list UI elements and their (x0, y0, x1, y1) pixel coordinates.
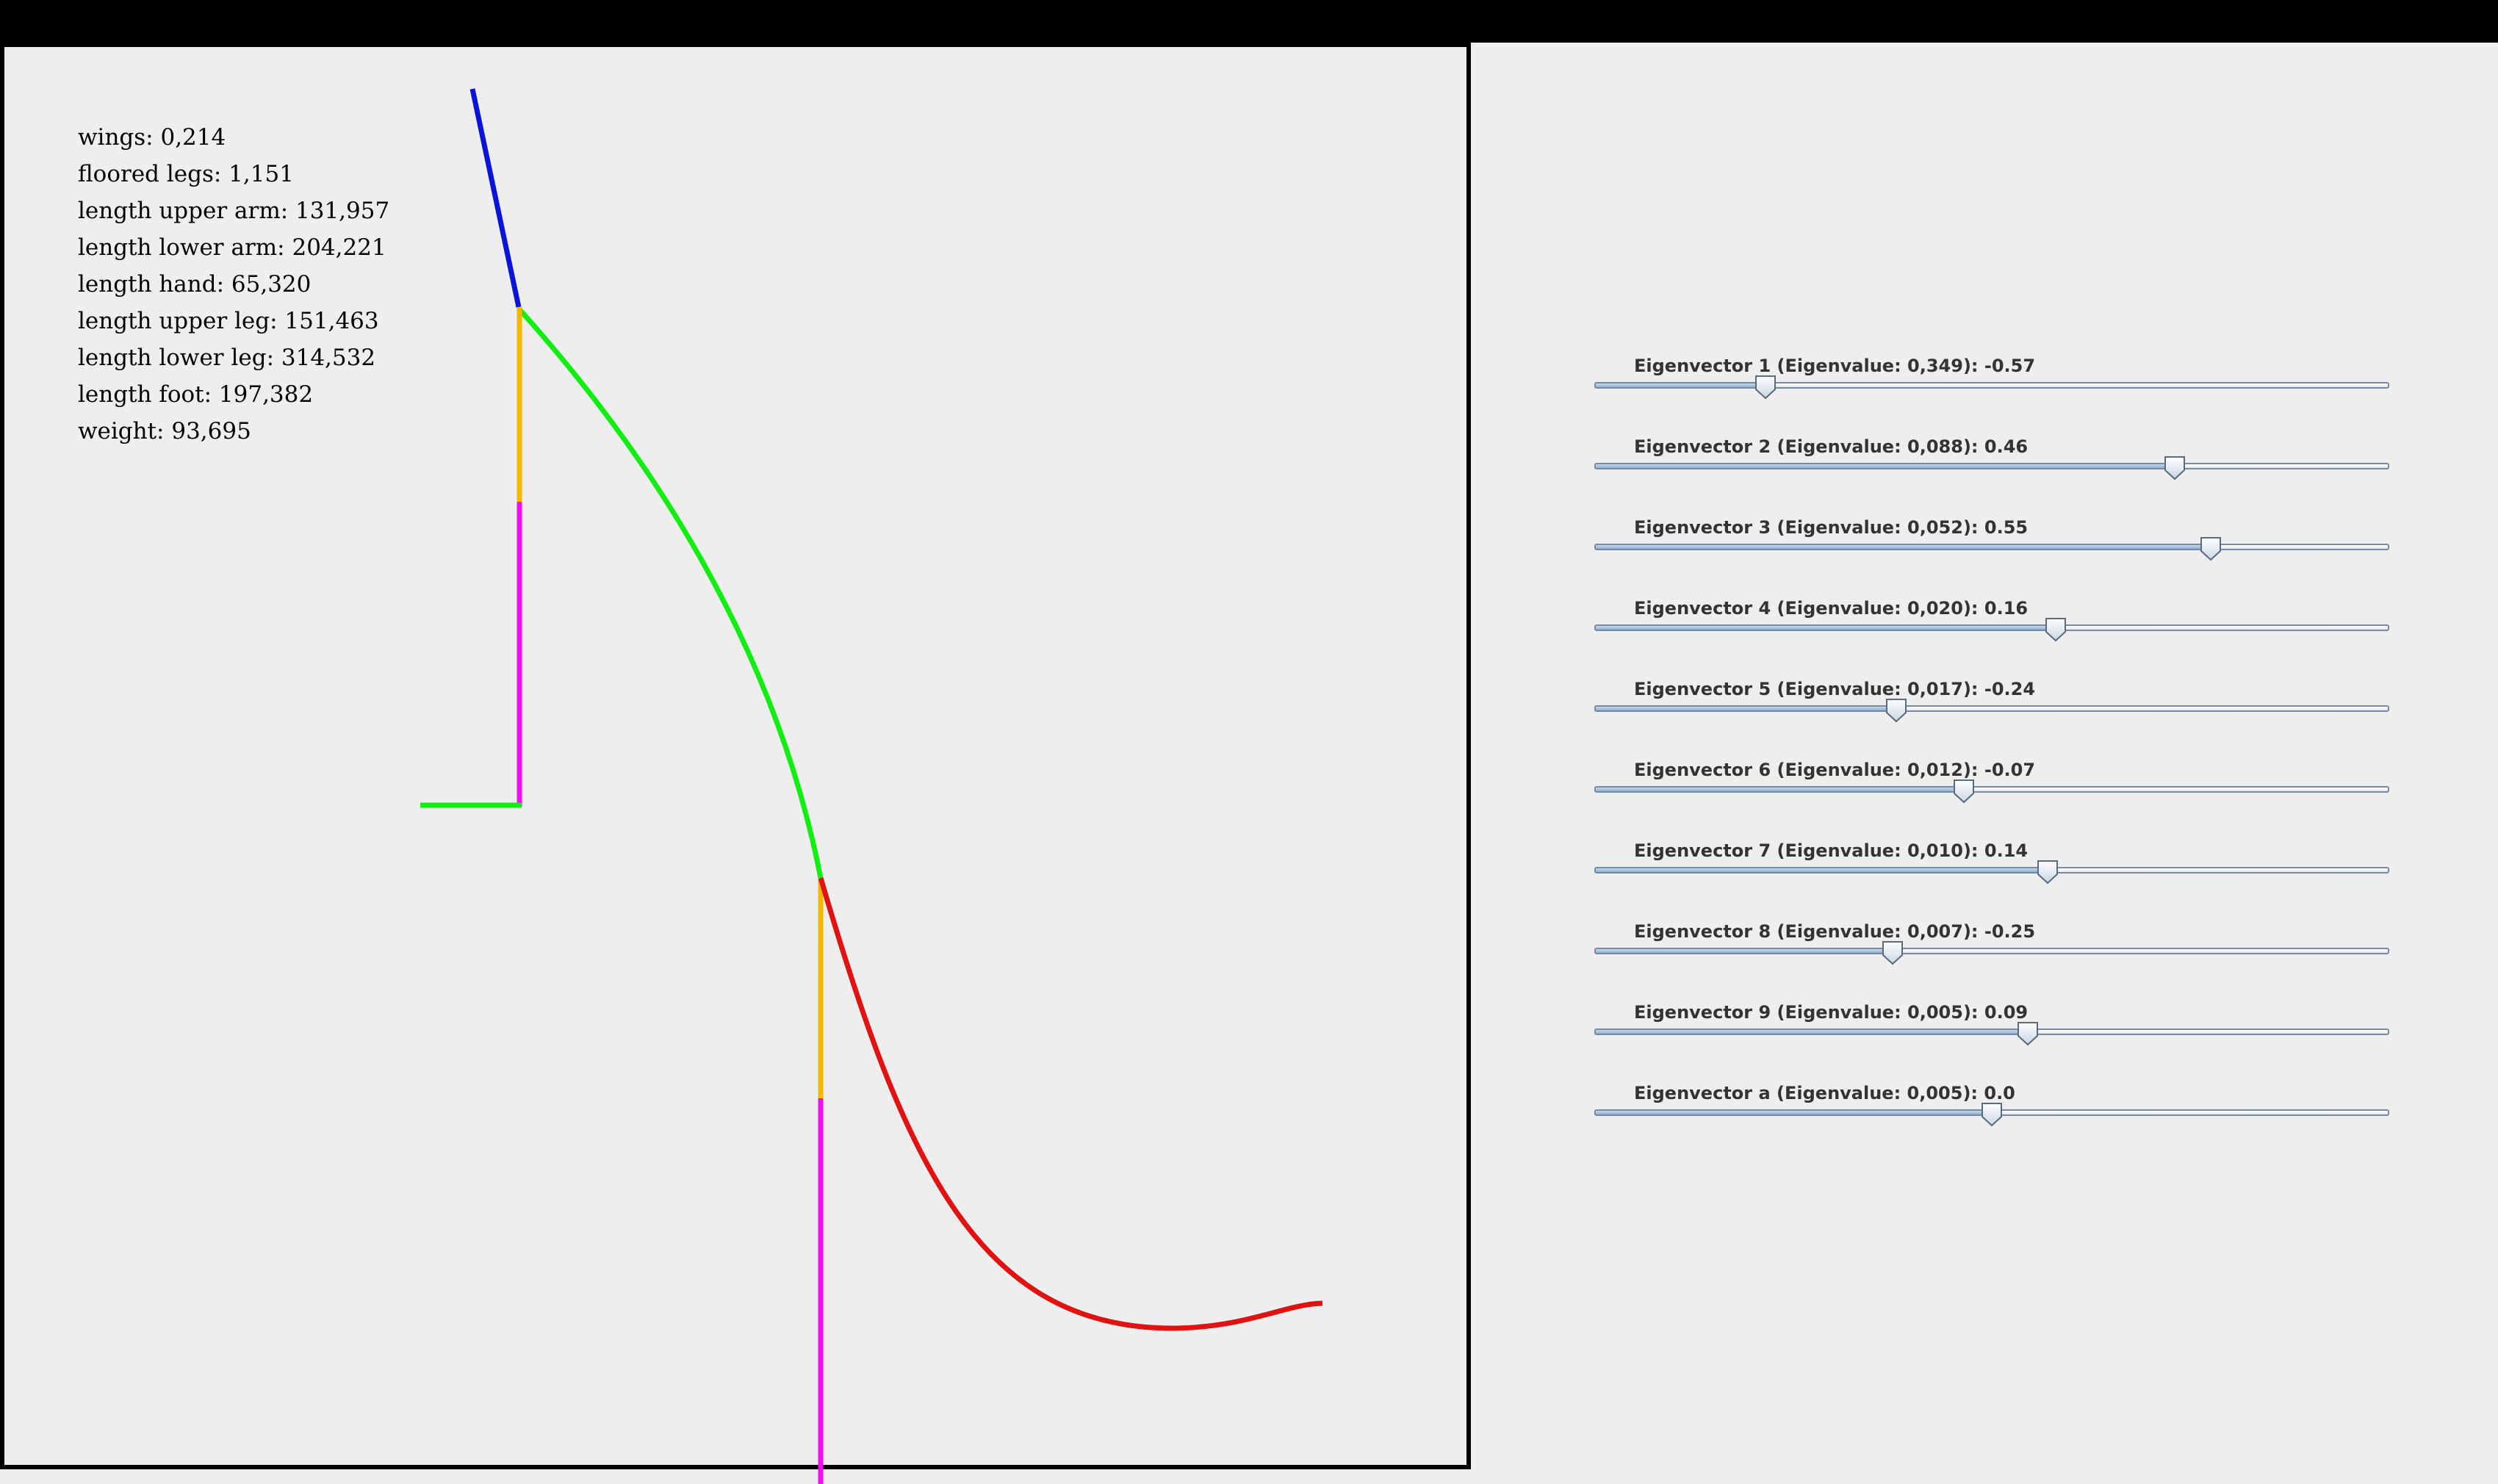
slider-thumb[interactable] (2164, 455, 2186, 480)
slider-fill (1596, 464, 2176, 468)
slider-track[interactable] (1594, 786, 2389, 793)
slider-label: Eigenvector 9 (Eigenvalue: 0,005): 0.09 (1634, 1002, 2029, 1023)
eigenvector-slider-5[interactable]: Eigenvector 5 (Eigenvalue: 0,017): -0.24 (1594, 679, 2389, 752)
eigenvector-slider-8[interactable]: Eigenvector 8 (Eigenvalue: 0,007): -0.25 (1594, 921, 2389, 995)
slider-track[interactable] (1594, 382, 2389, 389)
slider-label: Eigenvector 3 (Eigenvalue: 0,052): 0.55 (1634, 517, 2029, 538)
slider-thumb[interactable] (2045, 617, 2067, 642)
eigenvector-slider-2[interactable]: Eigenvector 2 (Eigenvalue: 0,088): 0.46 (1594, 436, 2389, 510)
eigenvector-slider-1[interactable]: Eigenvector 1 (Eigenvalue: 0,349): -0.57 (1594, 356, 2389, 429)
slider-track[interactable] (1594, 867, 2389, 874)
hand-segment (469, 88, 522, 308)
slider-label: Eigenvector 6 (Eigenvalue: 0,012): -0.07 (1634, 760, 2036, 780)
eigenvector-slider-9[interactable]: Eigenvector 9 (Eigenvalue: 0,005): 0.09 (1594, 1002, 2389, 1076)
slider-thumb[interactable] (1882, 940, 1904, 965)
eigenvector-slider-4[interactable]: Eigenvector 4 (Eigenvalue: 0,020): 0.16 (1594, 598, 2389, 671)
eigenvector-slider-10[interactable]: Eigenvector a (Eigenvalue: 0,005): 0.0 (1594, 1083, 2389, 1156)
slider-thumb[interactable] (1885, 698, 1907, 723)
leg-curve (818, 877, 1323, 1331)
slider-track[interactable] (1594, 1029, 2389, 1035)
slider-label: Eigenvector 2 (Eigenvalue: 0,088): 0.46 (1634, 436, 2029, 457)
slider-track[interactable] (1594, 624, 2389, 631)
slider-thumb[interactable] (1981, 1102, 2003, 1127)
slider-label: Eigenvector a (Eigenvalue: 0,005): 0.0 (1634, 1083, 2015, 1103)
slider-thumb[interactable] (2200, 536, 2222, 561)
arm-curve (516, 306, 824, 879)
eigenvector-slider-6[interactable]: Eigenvector 6 (Eigenvalue: 0,012): -0.07 (1594, 760, 2389, 833)
slider-fill (1596, 788, 1966, 791)
slider-fill (1596, 1030, 2029, 1034)
slider-track[interactable] (1594, 463, 2389, 469)
eigenvector-slider-7[interactable]: Eigenvector 7 (Eigenvalue: 0,010): 0.14 (1594, 840, 2389, 914)
slider-label: Eigenvector 5 (Eigenvalue: 0,017): -0.24 (1634, 679, 2036, 699)
slider-thumb[interactable] (1953, 779, 1975, 804)
slider-label: Eigenvector 8 (Eigenvalue: 0,007): -0.25 (1634, 921, 2036, 942)
slider-label: Eigenvector 7 (Eigenvalue: 0,010): 0.14 (1634, 840, 2029, 861)
slider-label: Eigenvector 1 (Eigenvalue: 0,349): -0.57 (1634, 356, 2036, 376)
slider-track[interactable] (1594, 948, 2389, 954)
slider-thumb[interactable] (2017, 1021, 2039, 1046)
slider-fill (1596, 868, 2049, 872)
slider-thumb[interactable] (1754, 375, 1777, 400)
slider-fill (1596, 949, 1894, 953)
slider-track[interactable] (1594, 544, 2389, 550)
eigenvector-slider-3[interactable]: Eigenvector 3 (Eigenvalue: 0,052): 0.55 (1594, 517, 2389, 591)
slider-fill (1596, 383, 1767, 387)
slider-fill (1596, 545, 2212, 549)
slider-thumb[interactable] (2037, 860, 2059, 885)
slider-fill (1596, 1111, 1993, 1114)
slider-fill (1596, 626, 2057, 630)
slider-label: Eigenvector 4 (Eigenvalue: 0,020): 0.16 (1634, 598, 2029, 619)
slider-fill (1596, 707, 1898, 710)
slider-track[interactable] (1594, 705, 2389, 712)
